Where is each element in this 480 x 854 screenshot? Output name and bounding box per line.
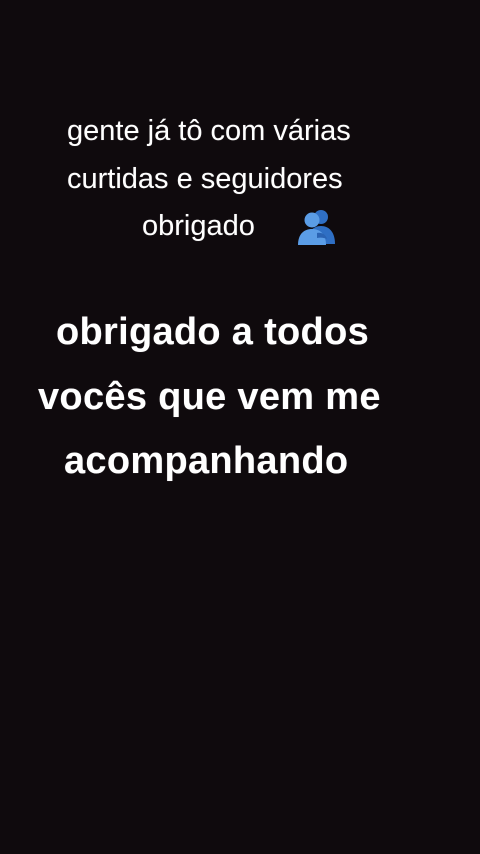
caption-big-line-2: vocês que vem me xyxy=(38,376,381,418)
caption-small-line-2: curtidas e seguidores xyxy=(67,163,343,195)
story-background: gente já tô com várias curtidas e seguid… xyxy=(0,0,480,854)
caption-small-line-3: obrigado xyxy=(142,210,255,242)
caption-big-line-1: obrigado a todos xyxy=(56,311,370,353)
caption-small-line-1: gente já tô com várias xyxy=(67,115,351,147)
caption-big-line-3: acompanhando xyxy=(64,440,349,482)
people-hugging-icon xyxy=(298,210,335,245)
